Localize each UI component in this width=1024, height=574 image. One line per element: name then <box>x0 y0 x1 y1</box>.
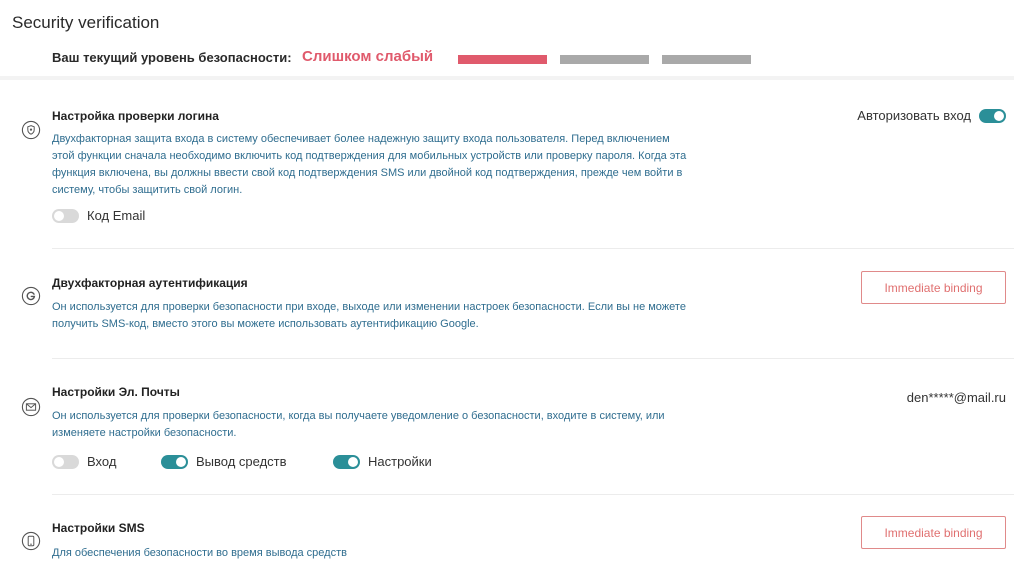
email-settings-label: Настройки <box>368 454 432 469</box>
page-title: Security verification <box>12 13 160 32</box>
google-icon <box>21 286 41 306</box>
shield-icon <box>21 120 41 140</box>
login-verification-description: Двухфакторная защита входа в систему обе… <box>52 133 687 196</box>
twofa-bind-button[interactable]: Immediate binding <box>861 271 1006 304</box>
security-level-bar: Ваш текущий уровень безопасности: Слишко… <box>0 42 1014 80</box>
login-verification-title: Настройка проверки логина <box>52 109 219 123</box>
divider <box>52 494 1014 495</box>
twofa-title: Двухфакторная аутентификация <box>52 276 248 290</box>
security-level-label: Ваш текущий уровень безопасности: <box>52 50 292 65</box>
sms-settings-description: Для обеспечения безопасности во время вы… <box>52 547 347 559</box>
divider <box>52 358 1014 359</box>
email-settings-toggle[interactable] <box>333 454 360 469</box>
email-address: den*****@mail.ru <box>906 390 1006 405</box>
security-level-segment <box>458 55 547 64</box>
email-login-toggle-item[interactable]: Вход <box>52 454 161 469</box>
authorize-login-label: Авторизовать вход <box>857 108 971 123</box>
divider <box>52 248 1014 249</box>
email-settings-title: Настройки Эл. Почты <box>52 385 180 399</box>
email-settings-description: Он используется для проверки безопасност… <box>52 410 665 439</box>
twofa-description: Он используется для проверки безопасност… <box>52 301 686 330</box>
email-code-toggle[interactable] <box>52 208 79 223</box>
security-level-value: Слишком слабый <box>302 48 434 65</box>
email-login-label: Вход <box>87 454 117 469</box>
email-withdraw-label: Вывод средств <box>196 454 287 469</box>
email-code-toggle-item[interactable]: Код Email <box>52 208 145 223</box>
sms-settings-title: Настройки SMS <box>52 521 145 535</box>
email-code-label: Код Email <box>87 208 146 223</box>
mail-icon <box>21 397 41 417</box>
phone-icon <box>21 531 41 551</box>
authorize-login-toggle-row[interactable]: Авторизовать вход <box>857 108 1006 123</box>
email-settings-toggle-item[interactable]: Настройки <box>333 454 432 469</box>
authorize-login-toggle[interactable] <box>979 108 1006 123</box>
email-withdraw-toggle-item[interactable]: Вывод средств <box>161 454 333 469</box>
email-login-toggle[interactable] <box>52 454 79 469</box>
sms-bind-button[interactable]: Immediate binding <box>861 516 1006 549</box>
security-level-segment <box>560 55 649 64</box>
security-level-segment <box>662 55 751 64</box>
email-withdraw-toggle[interactable] <box>161 454 188 469</box>
